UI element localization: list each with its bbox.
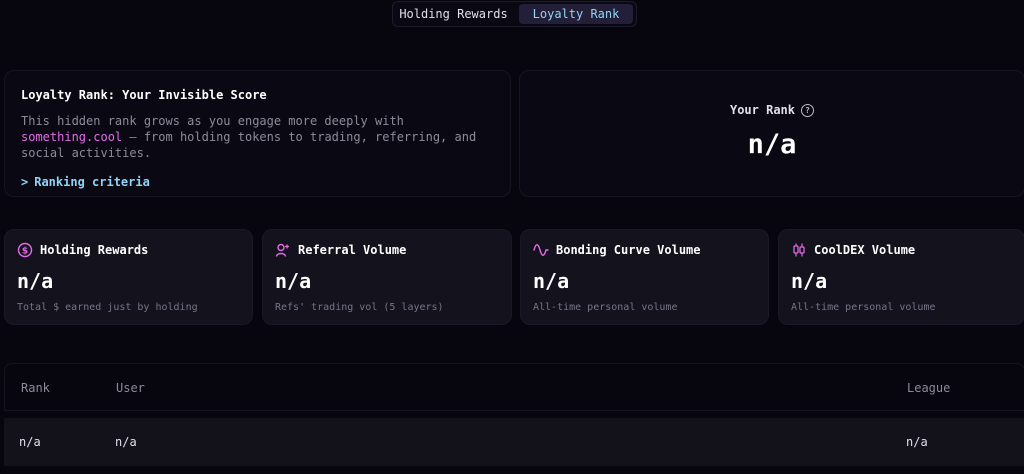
your-rank-header: Your Rank ? — [729, 103, 815, 117]
leaderboard-header: Rank User League — [4, 363, 1024, 411]
your-rank-value: n/a — [747, 129, 797, 160]
intro-body: This hidden rank grows as you engage mor… — [21, 113, 494, 161]
row-user: n/a — [115, 435, 137, 449]
row-rank: n/a — [19, 435, 41, 449]
stat-value: n/a — [791, 269, 828, 293]
stat-card-holding-rewards: $ Holding Rewards n/a Total $ earned jus… — [4, 229, 253, 325]
ranking-criteria-toggle[interactable]: > Ranking criteria — [21, 175, 150, 189]
tab-loyalty-rank[interactable]: Loyalty Rank — [519, 4, 633, 24]
stat-card-bonding-curve-volume: Bonding Curve Volume n/a All-time person… — [520, 229, 769, 325]
stat-value: n/a — [17, 269, 54, 293]
stat-description: Total $ earned just by holding — [17, 302, 198, 313]
stat-title: Referral Volume — [298, 243, 407, 257]
stat-description: All-time personal volume — [533, 302, 678, 313]
stat-card-cooldex-volume: CoolDEX Volume n/a All-time personal vol… — [778, 229, 1024, 325]
stat-card-referral-volume: Referral Volume n/a Refs' trading vol (5… — [262, 229, 512, 325]
column-header-rank[interactable]: Rank — [21, 381, 50, 395]
stat-description: All-time personal volume — [791, 302, 936, 313]
wave-icon — [533, 244, 549, 256]
your-rank-label: Your Rank — [729, 103, 796, 117]
stat-value: n/a — [533, 269, 570, 293]
intro-body-text-1: This hidden rank grows as you engage mor… — [21, 114, 404, 128]
stat-title: Holding Rewards — [40, 243, 149, 257]
brand-link[interactable]: something.cool — [21, 130, 122, 144]
svg-text:$: $ — [22, 246, 28, 256]
intro-title: Loyalty Rank: Your Invisible Score — [21, 88, 267, 102]
ranking-criteria-label: Ranking criteria — [34, 175, 150, 189]
column-header-user[interactable]: User — [116, 381, 145, 395]
stat-description: Refs' trading vol (5 layers) — [275, 302, 444, 313]
stat-value: n/a — [275, 269, 312, 293]
stat-title: CoolDEX Volume — [814, 243, 916, 257]
tab-switcher: Holding Rewards Loyalty Rank — [392, 1, 637, 27]
your-rank-card: Your Rank ? n/a — [519, 70, 1024, 197]
stat-title: Bonding Curve Volume — [556, 243, 701, 257]
candlestick-icon — [793, 243, 805, 257]
loyalty-intro-card: Loyalty Rank: Your Invisible Score This … — [4, 70, 511, 197]
help-icon[interactable]: ? — [801, 103, 815, 117]
row-league: n/a — [906, 435, 928, 449]
table-row[interactable]: n/a n/a n/a — [4, 418, 1024, 466]
tab-holding-rewards[interactable]: Holding Rewards — [396, 4, 511, 24]
chevron-right-icon: > — [21, 175, 29, 189]
column-header-league[interactable]: League — [907, 381, 950, 395]
referral-user-icon — [275, 243, 289, 257]
dollar-circle-icon: $ — [17, 242, 33, 258]
